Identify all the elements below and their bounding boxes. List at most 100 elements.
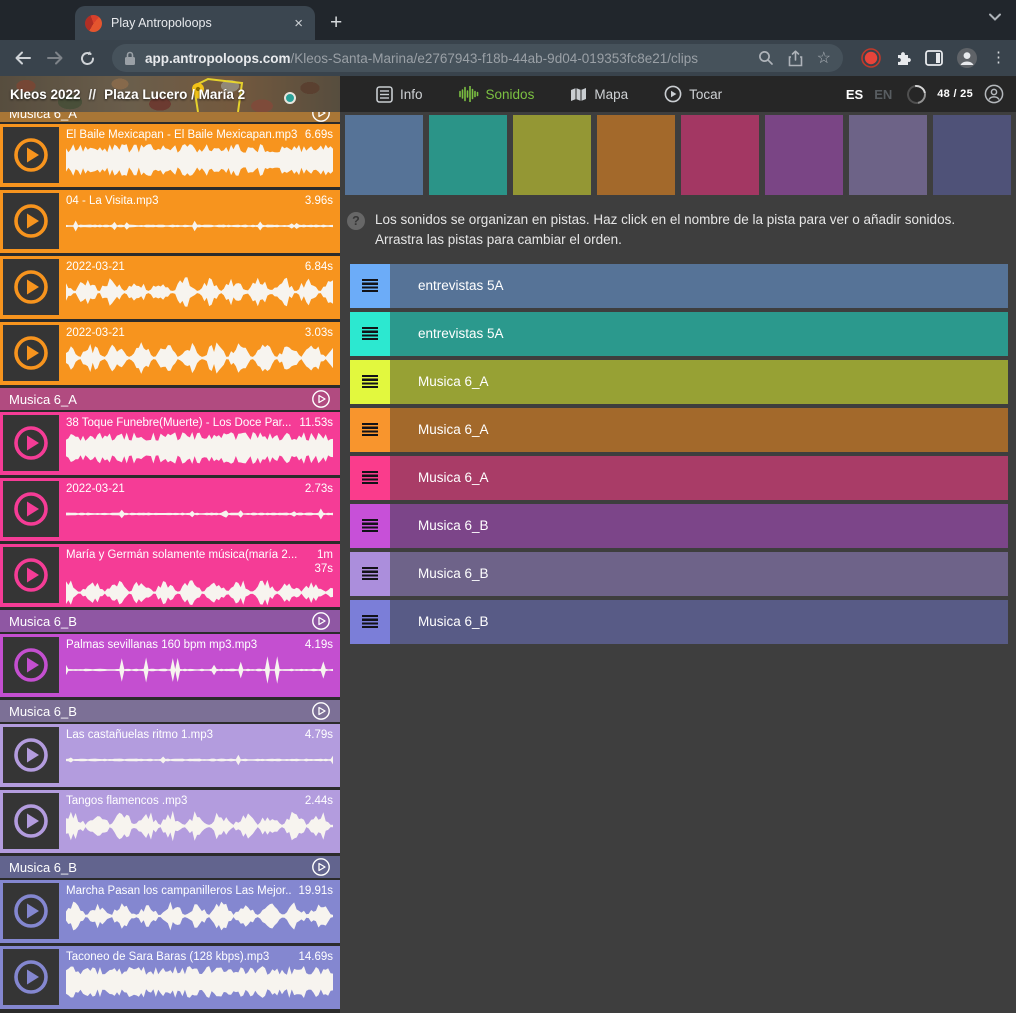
clip-play-button[interactable] (3, 637, 59, 693)
clip-play-button[interactable] (3, 547, 59, 603)
clip-row[interactable]: 04 - La Visita.mp33.96s (0, 190, 340, 253)
extensions-puzzle-icon[interactable] (894, 49, 912, 67)
track-row: Musica 6_B (350, 600, 1008, 644)
reload-button[interactable] (74, 45, 100, 71)
track-name-bar[interactable]: Musica 6_B (390, 552, 1008, 596)
drag-handle-icon (362, 519, 378, 532)
track-name: Musica 6_B (9, 860, 311, 875)
clip-row[interactable]: 2022-03-212.73s (0, 478, 340, 541)
clip-row[interactable]: Palmas sevillanas 160 bpm mp3.mp3 4.19s (0, 634, 340, 697)
clip-row[interactable]: Tangos flamencos .mp32.44s (0, 790, 340, 853)
track-drag-handle[interactable] (350, 552, 390, 596)
track-play-icon[interactable] (311, 611, 331, 631)
drag-handle-icon (362, 279, 378, 292)
sidebar-track-header[interactable]: Musica 6_A (0, 388, 340, 410)
tab-close-icon[interactable]: × (292, 15, 305, 32)
account-icon[interactable] (984, 84, 1004, 104)
track-color-swatch[interactable] (849, 115, 927, 195)
drag-handle-icon (362, 615, 378, 628)
track-drag-handle[interactable] (350, 360, 390, 404)
browser-menu-icon[interactable]: ⋮ (991, 51, 1006, 65)
clip-title: Palmas sevillanas 160 bpm mp3.mp3 (66, 638, 299, 652)
sidebar-track-header[interactable]: Musica 6_B (0, 700, 340, 722)
clip-play-button[interactable] (3, 415, 59, 471)
clip-row[interactable]: Las castañuelas ritmo 1.mp34.79s (0, 724, 340, 787)
new-tab-button[interactable]: + (330, 12, 342, 34)
track-drag-handle[interactable] (350, 456, 390, 500)
clip-row[interactable]: El Baile Mexicapan - El Baile Mexicapan.… (0, 124, 340, 187)
clip-play-button[interactable] (3, 727, 59, 783)
clip-duration: 3.03s (305, 326, 333, 340)
nav-item-tocar[interactable]: Tocar (650, 76, 736, 112)
clip-play-button[interactable] (3, 127, 59, 183)
track-color-swatch[interactable] (345, 115, 423, 195)
bookmark-star-icon[interactable]: ☆ (817, 48, 831, 68)
track-color-swatch[interactable] (513, 115, 591, 195)
clip-row[interactable]: 38 Toque Funebre(Muerte) - Los Doce Par.… (0, 412, 340, 475)
url-text[interactable]: app.antropoloops.com/Kleos-Santa-Marina/… (145, 51, 748, 66)
clip-waveform (66, 209, 333, 243)
sidebar-track-header[interactable]: Musica 6_A (0, 112, 340, 122)
clip-row[interactable]: Taconeo de Sara Baras (128 kbps).mp314.6… (0, 946, 340, 1009)
zoom-icon[interactable] (758, 50, 774, 66)
zoom-window-button[interactable] (60, 13, 73, 26)
nav-item-mapa[interactable]: Mapa (556, 76, 642, 112)
lang-en-button[interactable]: EN (874, 87, 892, 102)
track-name-bar[interactable]: Musica 6_B (390, 504, 1008, 548)
clip-play-button[interactable] (3, 793, 59, 849)
track-drag-handle[interactable] (350, 264, 390, 308)
track-drag-handle[interactable] (350, 408, 390, 452)
track-play-icon[interactable] (311, 857, 331, 877)
clip-play-button[interactable] (3, 481, 59, 537)
nav-item-sonidos[interactable]: Sonidos (445, 76, 549, 112)
url-path: /Kleos-Santa-Marina/e2767943-f18b-44ab-9… (291, 51, 699, 66)
side-panel-icon[interactable] (925, 50, 943, 66)
nav-item-info[interactable]: Info (362, 76, 437, 112)
url-bar[interactable]: app.antropoloops.com/Kleos-Santa-Marina/… (112, 44, 843, 72)
clip-row[interactable]: 2022-03-216.84s (0, 256, 340, 319)
clip-play-button[interactable] (3, 883, 59, 939)
back-button[interactable] (10, 45, 36, 71)
clip-row[interactable]: Marcha Pasan los campanilleros Las Mejor… (0, 880, 340, 943)
track-play-icon[interactable] (311, 701, 331, 721)
track-color-swatch[interactable] (933, 115, 1011, 195)
lang-es-button[interactable]: ES (846, 87, 863, 102)
track-name-bar[interactable]: entrevistas 5A (390, 264, 1008, 308)
track-name-bar[interactable]: Musica 6_B (390, 600, 1008, 644)
clip-play-button[interactable] (3, 325, 59, 381)
tab-search-chevron-icon[interactable] (988, 12, 1002, 22)
track-play-icon[interactable] (311, 112, 331, 122)
sidebar-track-header[interactable]: Musica 6_B (0, 856, 340, 878)
profile-avatar[interactable] (956, 47, 978, 69)
breadcrumb-project-link[interactable]: Kleos 2022 (10, 87, 81, 102)
clip-row[interactable]: 2022-03-213.03s (0, 322, 340, 385)
track-name-bar[interactable]: entrevistas 5A (390, 312, 1008, 356)
clip-duration: 4.19s (305, 638, 333, 652)
clip-play-button[interactable] (3, 193, 59, 249)
close-window-button[interactable] (18, 13, 31, 26)
track-name-bar[interactable]: Musica 6_A (390, 456, 1008, 500)
minimize-window-button[interactable] (39, 13, 52, 26)
track-drag-handle[interactable] (350, 504, 390, 548)
browser-tab[interactable]: Play Antropoloops × (75, 6, 315, 40)
nav-item-label: Info (400, 87, 423, 102)
clip-play-button[interactable] (3, 259, 59, 315)
clip-waveform (66, 143, 333, 177)
track-color-swatch[interactable] (429, 115, 507, 195)
share-icon[interactable] (788, 50, 803, 67)
track-drag-handle[interactable] (350, 600, 390, 644)
clip-duration: 3.96s (305, 194, 333, 208)
sidebar-track-header[interactable]: Musica 6_B (0, 610, 340, 632)
track-color-swatch[interactable] (681, 115, 759, 195)
track-name-bar[interactable]: Musica 6_A (390, 408, 1008, 452)
track-name-bar[interactable]: Musica 6_A (390, 360, 1008, 404)
forward-button[interactable] (42, 45, 68, 71)
track-color-swatch[interactable] (597, 115, 675, 195)
macos-traffic-lights[interactable] (18, 13, 73, 26)
track-play-icon[interactable] (311, 389, 331, 409)
recording-extension-icon[interactable] (861, 48, 881, 68)
clip-row[interactable]: María y Germán solamente música(maría 2.… (0, 544, 340, 607)
track-drag-handle[interactable] (350, 312, 390, 356)
clip-play-button[interactable] (3, 949, 59, 1005)
track-color-swatch[interactable] (765, 115, 843, 195)
